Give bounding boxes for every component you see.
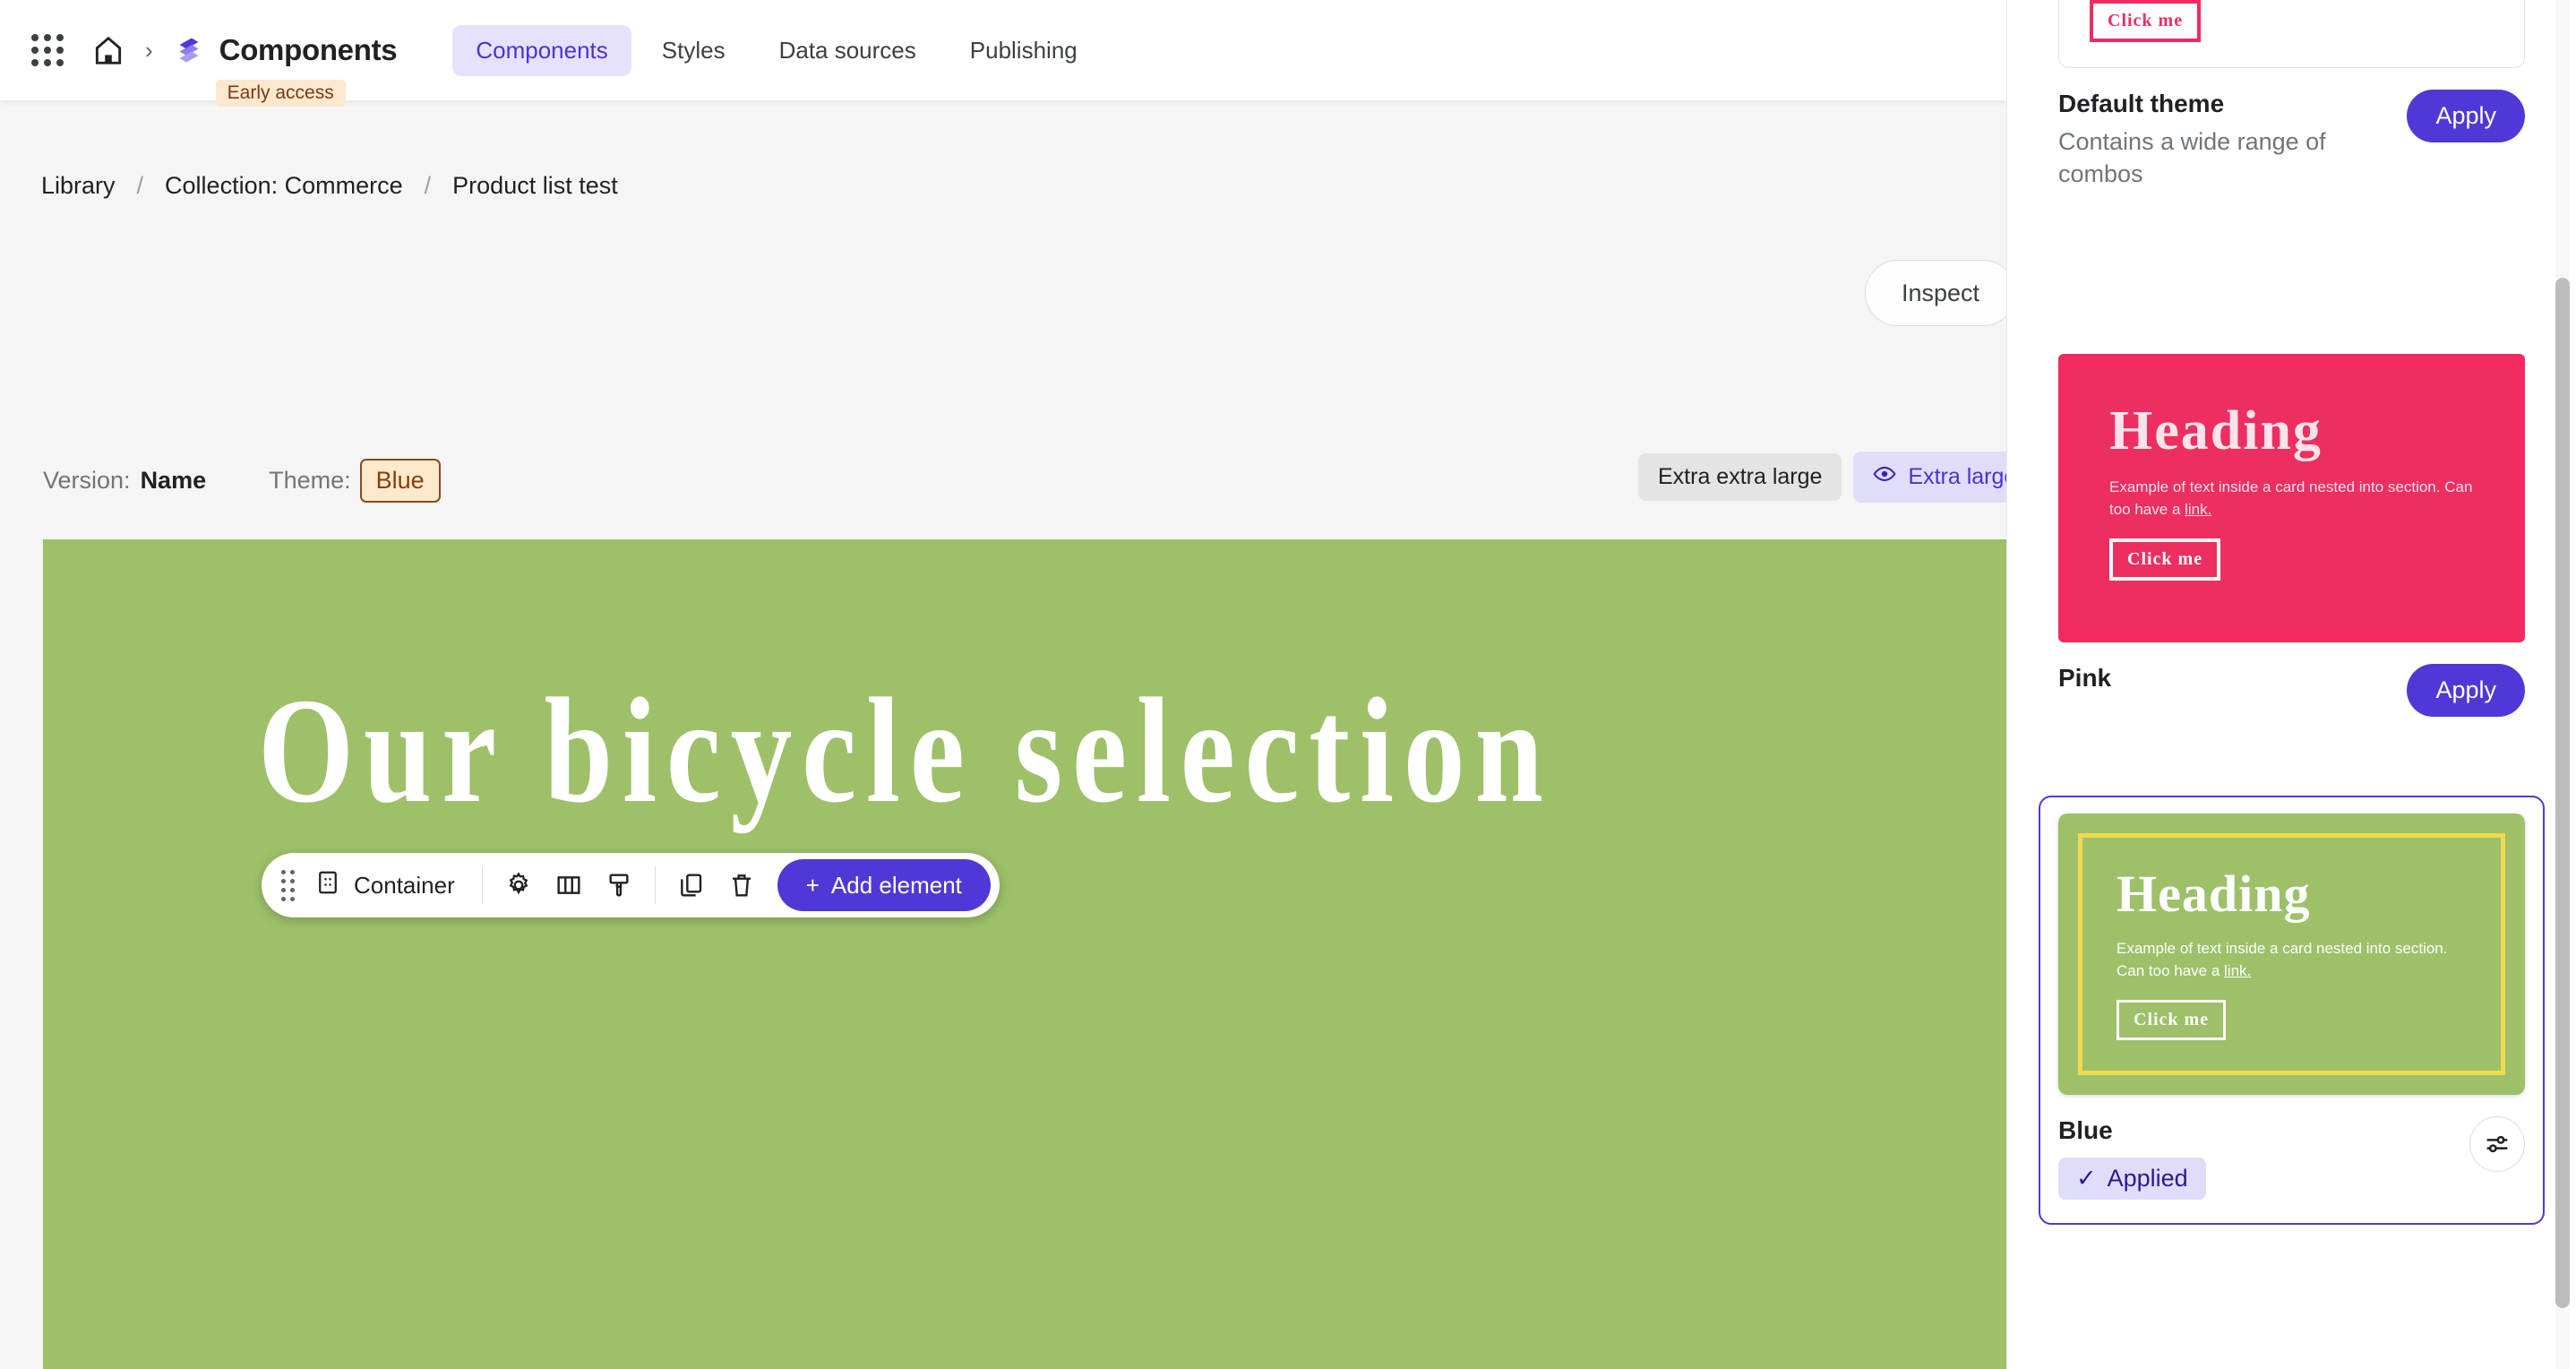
preview-link[interactable]: link.: [2185, 501, 2211, 518]
theme-meta-blue: Blue ✓ Applied: [2058, 1095, 2525, 1201]
theme-name: Default theme: [2058, 90, 2225, 117]
preview-body: Example of text inside a card nested int…: [2109, 477, 2474, 521]
preview-link[interactable]: link.: [2224, 962, 2251, 979]
apps-grid-icon[interactable]: [30, 33, 64, 67]
apply-theme-button[interactable]: Apply: [2407, 663, 2525, 717]
theme-value-chip[interactable]: Blue: [359, 459, 441, 503]
version-theme-row: Version: Name Theme: Blue: [43, 459, 441, 503]
preview-heading: Heading: [2109, 400, 2323, 461]
panel-scrollbar-thumb[interactable]: [2555, 278, 2570, 1308]
tab-components[interactable]: Components: [452, 24, 631, 76]
toolbar-divider: [654, 866, 656, 904]
theme-preview-default: Click me: [2058, 0, 2525, 68]
theme-card-default[interactable]: Click me Default theme Contains a wide r…: [2058, 0, 2525, 191]
toolbar-divider: [481, 866, 483, 904]
add-element-label: Add element: [830, 871, 962, 899]
check-icon: ✓: [2076, 1165, 2097, 1192]
breakpoint-extra-large-label: Extra large: [1908, 464, 2006, 489]
paint-brush-icon[interactable]: [594, 860, 644, 910]
early-access-badge: Early access: [215, 80, 346, 107]
trash-icon[interactable]: [717, 860, 767, 910]
theme-preview-blue: Heading Example of text inside a card ne…: [2058, 813, 2525, 1096]
components-logo-icon: [173, 34, 205, 66]
editor-canvas-area: Library / Collection: Commerce / Product…: [0, 100, 2006, 1369]
tab-publishing[interactable]: Publishing: [947, 25, 1101, 76]
drag-handle-icon[interactable]: [281, 869, 295, 901]
plus-icon: +: [805, 871, 820, 899]
breadcrumb-separator: /: [424, 172, 432, 199]
breadcrumb-chevron-icon: ›: [145, 36, 153, 64]
preview-click-me-button: Click me: [2109, 538, 2221, 581]
columns-icon[interactable]: [544, 860, 594, 910]
breakpoint-extra-extra-large[interactable]: Extra extra large: [1638, 453, 1842, 501]
container-icon: [314, 869, 341, 902]
applied-label: Applied: [2107, 1165, 2188, 1192]
eye-icon: [1873, 462, 1897, 492]
breadcrumb-separator: /: [136, 172, 144, 199]
breadcrumb-item-current[interactable]: Product list test: [452, 172, 618, 200]
theme-name: Blue: [2058, 1116, 2113, 1145]
themes-side-panel: Click me Default theme Contains a wide r…: [2006, 0, 2576, 1369]
preview-body-text: Example of text inside a card nested int…: [2109, 478, 2473, 518]
top-app-bar: › Components Early access Components Sty…: [0, 0, 2006, 107]
hero-heading[interactable]: Our bicycle selection: [258, 676, 1553, 826]
theme-preview-pink: Heading Example of text inside a card ne…: [2058, 353, 2525, 642]
theme-description: Contains a wide range of combos: [2058, 128, 2326, 188]
duplicate-icon[interactable]: [666, 860, 717, 910]
breakpoint-extra-large[interactable]: Extra large: [1853, 452, 2006, 503]
version-label: Version:: [43, 467, 131, 494]
element-type-button[interactable]: Container: [314, 869, 471, 902]
element-type-label: Container: [354, 871, 455, 899]
preview-click-me-button: Click me: [2090, 0, 2202, 42]
tab-styles[interactable]: Styles: [639, 25, 749, 76]
preview-body: Example of text inside a card nested int…: [2117, 938, 2467, 982]
applied-status-badge: ✓ Applied: [2058, 1158, 2206, 1201]
home-icon[interactable]: [91, 33, 125, 67]
breakpoint-switcher: Extra extra large Extra large: [1638, 452, 2006, 503]
primary-nav-tabs: Components Styles Data sources Publishin…: [452, 24, 1101, 76]
preview-click-me-button: Click me: [2117, 1000, 2227, 1041]
theme-card-pink[interactable]: Heading Example of text inside a card ne…: [2058, 353, 2525, 717]
theme-label: Theme:: [269, 467, 351, 494]
preview-heading: Heading: [2117, 864, 2311, 923]
element-toolbar: Container + Add element: [262, 853, 1000, 917]
theme-name: Pink: [2058, 663, 2112, 692]
breadcrumb-item-collection[interactable]: Collection: Commerce: [165, 172, 403, 200]
apply-theme-button[interactable]: Apply: [2407, 90, 2525, 142]
version-value[interactable]: Name: [141, 467, 207, 495]
breadcrumb: Library / Collection: Commerce / Product…: [41, 172, 618, 200]
brand-title: Components: [219, 33, 398, 66]
gear-icon[interactable]: [494, 860, 544, 910]
preview-body-text: Example of text inside a card nested int…: [2117, 939, 2448, 979]
breadcrumb-item-library[interactable]: Library: [41, 172, 116, 200]
tab-data-sources[interactable]: Data sources: [756, 25, 940, 76]
theme-meta-default: Default theme Contains a wide range of c…: [2058, 68, 2525, 191]
theme-meta-pink: Pink Apply: [2058, 642, 2525, 717]
sliders-icon[interactable]: [2469, 1116, 2525, 1173]
theme-card-blue[interactable]: Heading Example of text inside a card ne…: [2039, 795, 2545, 1226]
add-element-button[interactable]: + Add element: [777, 859, 991, 911]
inspect-button[interactable]: Inspect: [1865, 260, 2006, 326]
rendered-section[interactable]: Our bicycle selection: [43, 539, 2006, 1369]
brand-components[interactable]: Components Early access: [173, 33, 398, 107]
